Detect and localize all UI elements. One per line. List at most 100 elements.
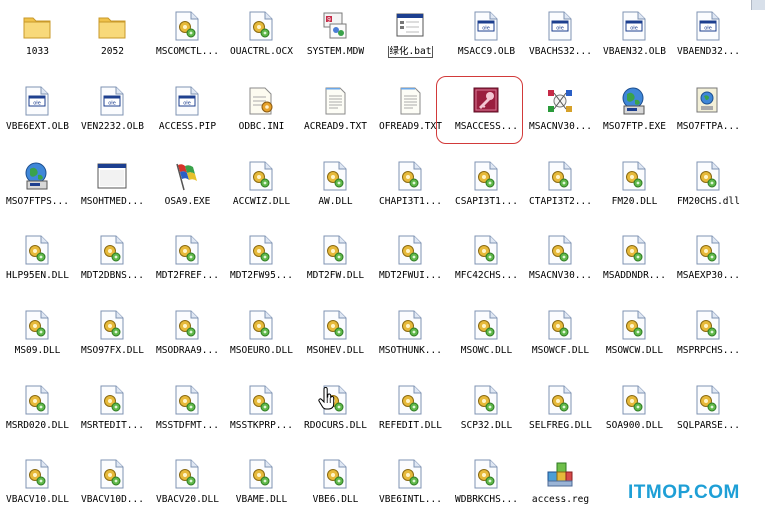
file-item[interactable]: VBACV10D... bbox=[75, 452, 150, 520]
file-item[interactable]: 1033 bbox=[0, 4, 75, 76]
file-name-label: 1033 bbox=[26, 46, 49, 57]
file-item[interactable]: ołe VEN2232.OLB bbox=[75, 79, 150, 151]
dll-icon bbox=[320, 234, 350, 266]
file-item[interactable]: CHAPI3T1... bbox=[373, 154, 448, 226]
file-item[interactable]: ołe ACCESS.PIP bbox=[150, 79, 225, 151]
file-name-label: WDBRKCHS... bbox=[455, 494, 518, 505]
file-icon-view[interactable]: 1033 2052 MSCOMCTL... OUACTRL.OCX 9 SYSTEM.MD… bbox=[0, 0, 765, 520]
file-item[interactable]: MSOWC.DLL bbox=[449, 303, 524, 375]
msacnv-icon bbox=[545, 85, 575, 117]
file-item[interactable]: VBACV10.DLL bbox=[0, 452, 75, 520]
file-item[interactable]: ODBC.INI bbox=[224, 79, 299, 151]
file-item[interactable]: OSA9.EXE bbox=[150, 154, 225, 226]
file-item[interactable]: MSODRAA9... bbox=[150, 303, 225, 375]
mdw-icon: 9 bbox=[320, 10, 350, 42]
file-name-label: VBACV10.DLL bbox=[6, 494, 69, 505]
file-item[interactable]: ACREAD9.TXT bbox=[298, 79, 373, 151]
file-item[interactable]: OUACTRL.OCX bbox=[224, 4, 299, 76]
file-name-label: ODBC.INI bbox=[238, 121, 285, 132]
dll-icon bbox=[545, 160, 575, 192]
file-item[interactable]: FM20CHS.dll bbox=[671, 154, 746, 226]
file-item[interactable]: MSOWCW.DLL bbox=[597, 303, 672, 375]
file-item[interactable]: FM20.DLL bbox=[597, 154, 672, 226]
file-item[interactable]: 绿化.bat bbox=[373, 4, 448, 76]
file-name-label: ACCWIZ.DLL bbox=[232, 196, 291, 207]
file-item[interactable]: MSCOMCTL... bbox=[150, 4, 225, 76]
file-item[interactable]: CSAPI3T1... bbox=[449, 154, 524, 226]
file-item[interactable]: 2052 bbox=[75, 4, 150, 76]
file-item[interactable]: SQLPARSE... bbox=[671, 378, 746, 450]
dll-icon bbox=[246, 458, 276, 490]
file-item[interactable]: MSACCESS... bbox=[449, 79, 524, 151]
dll-icon bbox=[693, 160, 723, 192]
file-name-label: MSOTHUNK... bbox=[379, 345, 442, 356]
file-item[interactable]: ołe VBAEN32.OLB bbox=[597, 4, 672, 76]
file-item[interactable]: MSRD020.DLL bbox=[0, 378, 75, 450]
file-name-label: MDT2FREF... bbox=[156, 270, 219, 281]
file-item[interactable]: MDT2FREF... bbox=[150, 228, 225, 300]
scrollbar-corner[interactable] bbox=[751, 0, 765, 10]
file-item[interactable]: HLP95EN.DLL bbox=[0, 228, 75, 300]
file-item[interactable]: ołe VBE6EXT.OLB bbox=[0, 79, 75, 151]
file-item[interactable]: MSOHEV.DLL bbox=[298, 303, 373, 375]
file-item[interactable]: access.reg bbox=[523, 452, 598, 520]
file-item[interactable]: MSPRPCHS... bbox=[671, 303, 746, 375]
file-item[interactable]: MSSTDFMT... bbox=[150, 378, 225, 450]
file-item[interactable]: SOA900.DLL bbox=[597, 378, 672, 450]
dll-icon bbox=[693, 234, 723, 266]
file-item[interactable]: MSO7FTP.EXE bbox=[597, 79, 672, 151]
file-name-label: ACREAD9.TXT bbox=[304, 121, 367, 132]
file-item[interactable]: SELFREG.DLL bbox=[523, 378, 598, 450]
txt-icon bbox=[320, 85, 350, 117]
file-item[interactable]: MSO7FTPS... bbox=[0, 154, 75, 226]
file-item[interactable]: 9 SYSTEM.MDW bbox=[298, 4, 373, 76]
file-item[interactable]: MSOHTMED... bbox=[75, 154, 150, 226]
file-item[interactable]: MDT2FW95... bbox=[224, 228, 299, 300]
file-item[interactable]: ołe MSACC9.OLB bbox=[449, 4, 524, 76]
file-name-label: CHAPI3T1... bbox=[379, 196, 442, 207]
file-name-label: AW.DLL bbox=[318, 196, 353, 207]
file-item[interactable]: VBE6.DLL bbox=[298, 452, 373, 520]
file-item[interactable]: MSOTHUNK... bbox=[373, 303, 448, 375]
file-item[interactable]: REFEDIT.DLL bbox=[373, 378, 448, 450]
file-item[interactable]: MDT2FW.DLL bbox=[298, 228, 373, 300]
file-item[interactable]: VBAME.DLL bbox=[224, 452, 299, 520]
dll-icon bbox=[172, 10, 202, 42]
file-item[interactable]: MSAEXP30... bbox=[671, 228, 746, 300]
dll-icon bbox=[22, 309, 52, 341]
file-item[interactable]: ołe VBAEND32... bbox=[671, 4, 746, 76]
file-item[interactable]: MSRTEDIT... bbox=[75, 378, 150, 450]
file-name-label: MSRD020.DLL bbox=[6, 420, 69, 431]
file-item[interactable]: VBACV20.DLL bbox=[150, 452, 225, 520]
file-item[interactable]: MDT2DBNS... bbox=[75, 228, 150, 300]
file-item[interactable]: MSOWCF.DLL bbox=[523, 303, 598, 375]
file-item[interactable]: VBE6INTL... bbox=[373, 452, 448, 520]
dll-icon bbox=[172, 234, 202, 266]
file-item[interactable]: SCP32.DLL bbox=[449, 378, 524, 450]
file-name-label: MSODRAA9... bbox=[156, 345, 219, 356]
file-item[interactable]: AW.DLL bbox=[298, 154, 373, 226]
file-item[interactable]: CTAPI3T2... bbox=[523, 154, 598, 226]
file-item[interactable]: MDT2FWUI... bbox=[373, 228, 448, 300]
file-name-label: MSCOMCTL... bbox=[156, 46, 219, 57]
globe-small-icon bbox=[693, 85, 723, 117]
file-name-label: SCP32.DLL bbox=[460, 420, 513, 431]
dll-icon bbox=[246, 384, 276, 416]
reg-icon bbox=[545, 458, 575, 490]
file-item[interactable]: ołe VBACHS32... bbox=[523, 4, 598, 76]
file-name-label: MSACNV30... bbox=[529, 121, 592, 132]
file-item[interactable]: MSOEURO.DLL bbox=[224, 303, 299, 375]
file-item[interactable]: MSADDNDR... bbox=[597, 228, 672, 300]
file-item[interactable]: MFC42CHS... bbox=[449, 228, 524, 300]
file-item[interactable]: MSACNV30... bbox=[523, 228, 598, 300]
file-item[interactable]: OFREAD9.TXT bbox=[373, 79, 448, 151]
file-item[interactable]: MSSTKPRP... bbox=[224, 378, 299, 450]
file-item[interactable]: MSACNV30... bbox=[523, 79, 598, 151]
file-item[interactable]: WDBRKCHS... bbox=[449, 452, 524, 520]
file-item[interactable]: MSO97FX.DLL bbox=[75, 303, 150, 375]
file-item[interactable]: MSO7FTPA... bbox=[671, 79, 746, 151]
file-name-label: MSOWCF.DLL bbox=[531, 345, 590, 356]
olb-icon: ołe bbox=[97, 85, 127, 117]
file-item[interactable]: MS09.DLL bbox=[0, 303, 75, 375]
file-item[interactable]: ACCWIZ.DLL bbox=[224, 154, 299, 226]
